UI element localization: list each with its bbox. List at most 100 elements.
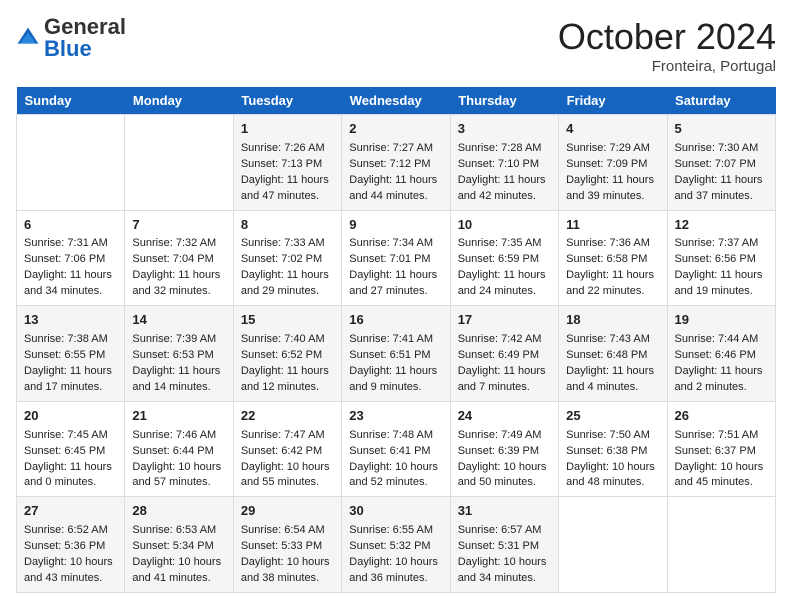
day-number: 21 [132,407,225,426]
day-number: 25 [566,407,659,426]
day-number: 14 [132,311,225,330]
day-number: 11 [566,216,659,235]
day-info-line: Daylight: 10 hours and 34 minutes. [458,555,551,587]
day-info-line: Daylight: 11 hours and 42 minutes. [458,173,551,205]
day-info-line: Sunrise: 7:36 AM [566,236,659,252]
calendar-cell: 22 Sunrise: 7:47 AMSunset: 6:42 PMDayligh… [233,401,341,497]
day-header-thursday: Thursday [450,87,558,115]
day-info-line: Daylight: 11 hours and 32 minutes. [132,268,225,300]
day-number: 22 [241,407,334,426]
calendar-cell [17,115,125,211]
logo-icon [16,26,40,50]
calendar-table: SundayMondayTuesdayWednesdayThursdayFrid… [16,87,776,593]
day-info-line: Sunset: 5:31 PM [458,539,551,555]
calendar-cell: 28Sunrise: 6:53 AMSunset: 5:34 PMDayligh… [125,497,233,593]
calendar-cell: 26Sunrise: 7:51 AMSunset: 6:37 PMDayligh… [667,401,775,497]
day-info-line: Daylight: 10 hours and 36 minutes. [349,555,442,587]
day-info-line: Sunset: 6:52 PM [241,348,334,364]
day-info-line: Sunrise: 7:51 AM [675,428,768,444]
day-info-line: Sunset: 6:51 PM [349,348,442,364]
day-info-line: Sunset: 6:55 PM [24,348,117,364]
calendar-cell: 14Sunrise: 7:39 AMSunset: 6:53 PMDayligh… [125,306,233,402]
week-row-5: 27Sunrise: 6:52 AMSunset: 5:36 PMDayligh… [17,497,776,593]
day-info-line: Sunrise: 7:38 AM [24,332,117,348]
calendar-cell [667,497,775,593]
day-number: 1 [241,120,334,139]
day-number: 7 [132,216,225,235]
day-info-line: Sunrise: 7:39 AM [132,332,225,348]
day-info-line: Sunrise: 7:46 AM [132,428,225,444]
day-info-line: Daylight: 11 hours and 24 minutes. [458,268,551,300]
day-info-line: Sunrise: 7:47 AM [241,428,334,444]
day-info-line: Daylight: 11 hours and 14 minutes. [132,364,225,396]
day-info-line: Sunrise: 7:40 AM [241,332,334,348]
calendar-cell: 29Sunrise: 6:54 AMSunset: 5:33 PMDayligh… [233,497,341,593]
calendar-cell: 17Sunrise: 7:42 AMSunset: 6:49 PMDayligh… [450,306,558,402]
page-header: General Blue October 2024 Fronteira, Por… [16,16,776,75]
day-number: 24 [458,407,551,426]
day-number: 12 [675,216,768,235]
day-info-line: Sunset: 6:42 PM [241,444,334,460]
day-info-line: Sunset: 7:06 PM [24,252,117,268]
day-info-line: Sunrise: 6:52 AM [24,523,117,539]
day-headers-row: SundayMondayTuesdayWednesdayThursdayFrid… [17,87,776,115]
day-number: 31 [458,502,551,521]
day-header-friday: Friday [559,87,667,115]
day-number: 3 [458,120,551,139]
day-header-sunday: Sunday [17,87,125,115]
week-row-3: 13Sunrise: 7:38 AMSunset: 6:55 PMDayligh… [17,306,776,402]
calendar-cell: 4Sunrise: 7:29 AMSunset: 7:09 PMDaylight… [559,115,667,211]
day-info-line: Sunset: 6:59 PM [458,252,551,268]
day-info-line: Sunset: 6:56 PM [675,252,768,268]
day-info-line: Daylight: 10 hours and 50 minutes. [458,460,551,492]
calendar-cell: 30Sunrise: 6:55 AMSunset: 5:32 PMDayligh… [342,497,450,593]
day-info-line: Sunset: 6:39 PM [458,444,551,460]
day-number: 9 [349,216,442,235]
day-info-line: Sunset: 7:10 PM [458,157,551,173]
day-info-line: Sunset: 7:13 PM [241,157,334,173]
day-info-line: Sunrise: 7:28 AM [458,141,551,157]
day-info-line: Sunrise: 6:53 AM [132,523,225,539]
day-info-line: Daylight: 10 hours and 38 minutes. [241,555,334,587]
day-info-line: Daylight: 11 hours and 2 minutes. [675,364,768,396]
day-info-line: Sunset: 6:49 PM [458,348,551,364]
calendar-cell [559,497,667,593]
day-info-line: Sunrise: 6:57 AM [458,523,551,539]
day-number: 10 [458,216,551,235]
calendar-cell: 20Sunrise: 7:45 AMSunset: 6:45 PMDayligh… [17,401,125,497]
day-info-line: Sunrise: 7:49 AM [458,428,551,444]
day-number: 16 [349,311,442,330]
day-info-line: Daylight: 11 hours and 27 minutes. [349,268,442,300]
day-number: 30 [349,502,442,521]
day-number: 5 [675,120,768,139]
day-info-line: Sunrise: 6:54 AM [241,523,334,539]
day-info-line: Daylight: 10 hours and 43 minutes. [24,555,117,587]
day-info-line: Sunrise: 7:34 AM [349,236,442,252]
day-info-line: Daylight: 10 hours and 48 minutes. [566,460,659,492]
day-info-line: Daylight: 10 hours and 41 minutes. [132,555,225,587]
calendar-cell: 8Sunrise: 7:33 AMSunset: 7:02 PMDaylight… [233,210,341,306]
day-info-line: Sunset: 6:48 PM [566,348,659,364]
calendar-cell: 18Sunrise: 7:43 AMSunset: 6:48 PMDayligh… [559,306,667,402]
day-info-line: Sunset: 6:58 PM [566,252,659,268]
calendar-cell: 21Sunrise: 7:46 AMSunset: 6:44 PMDayligh… [125,401,233,497]
calendar-cell: 13Sunrise: 7:38 AMSunset: 6:55 PMDayligh… [17,306,125,402]
day-info-line: Sunrise: 6:55 AM [349,523,442,539]
day-info-line: Daylight: 11 hours and 47 minutes. [241,173,334,205]
calendar-cell: 9Sunrise: 7:34 AMSunset: 7:01 PMDaylight… [342,210,450,306]
day-info-line: Sunset: 6:38 PM [566,444,659,460]
calendar-cell: 16Sunrise: 7:41 AMSunset: 6:51 PMDayligh… [342,306,450,402]
day-info-line: Sunset: 5:34 PM [132,539,225,555]
day-info-line: Daylight: 11 hours and 7 minutes. [458,364,551,396]
day-info-line: Sunrise: 7:32 AM [132,236,225,252]
day-info-line: Daylight: 10 hours and 55 minutes. [241,460,334,492]
day-info-line: Sunrise: 7:37 AM [675,236,768,252]
day-header-tuesday: Tuesday [233,87,341,115]
day-info-line: Sunrise: 7:50 AM [566,428,659,444]
day-info-line: Sunrise: 7:29 AM [566,141,659,157]
location: Fronteira, Portugal [558,58,776,75]
day-info-line: Sunset: 6:37 PM [675,444,768,460]
logo: General Blue [16,16,126,60]
day-info-line: Sunset: 7:02 PM [241,252,334,268]
day-info-line: Sunrise: 7:41 AM [349,332,442,348]
